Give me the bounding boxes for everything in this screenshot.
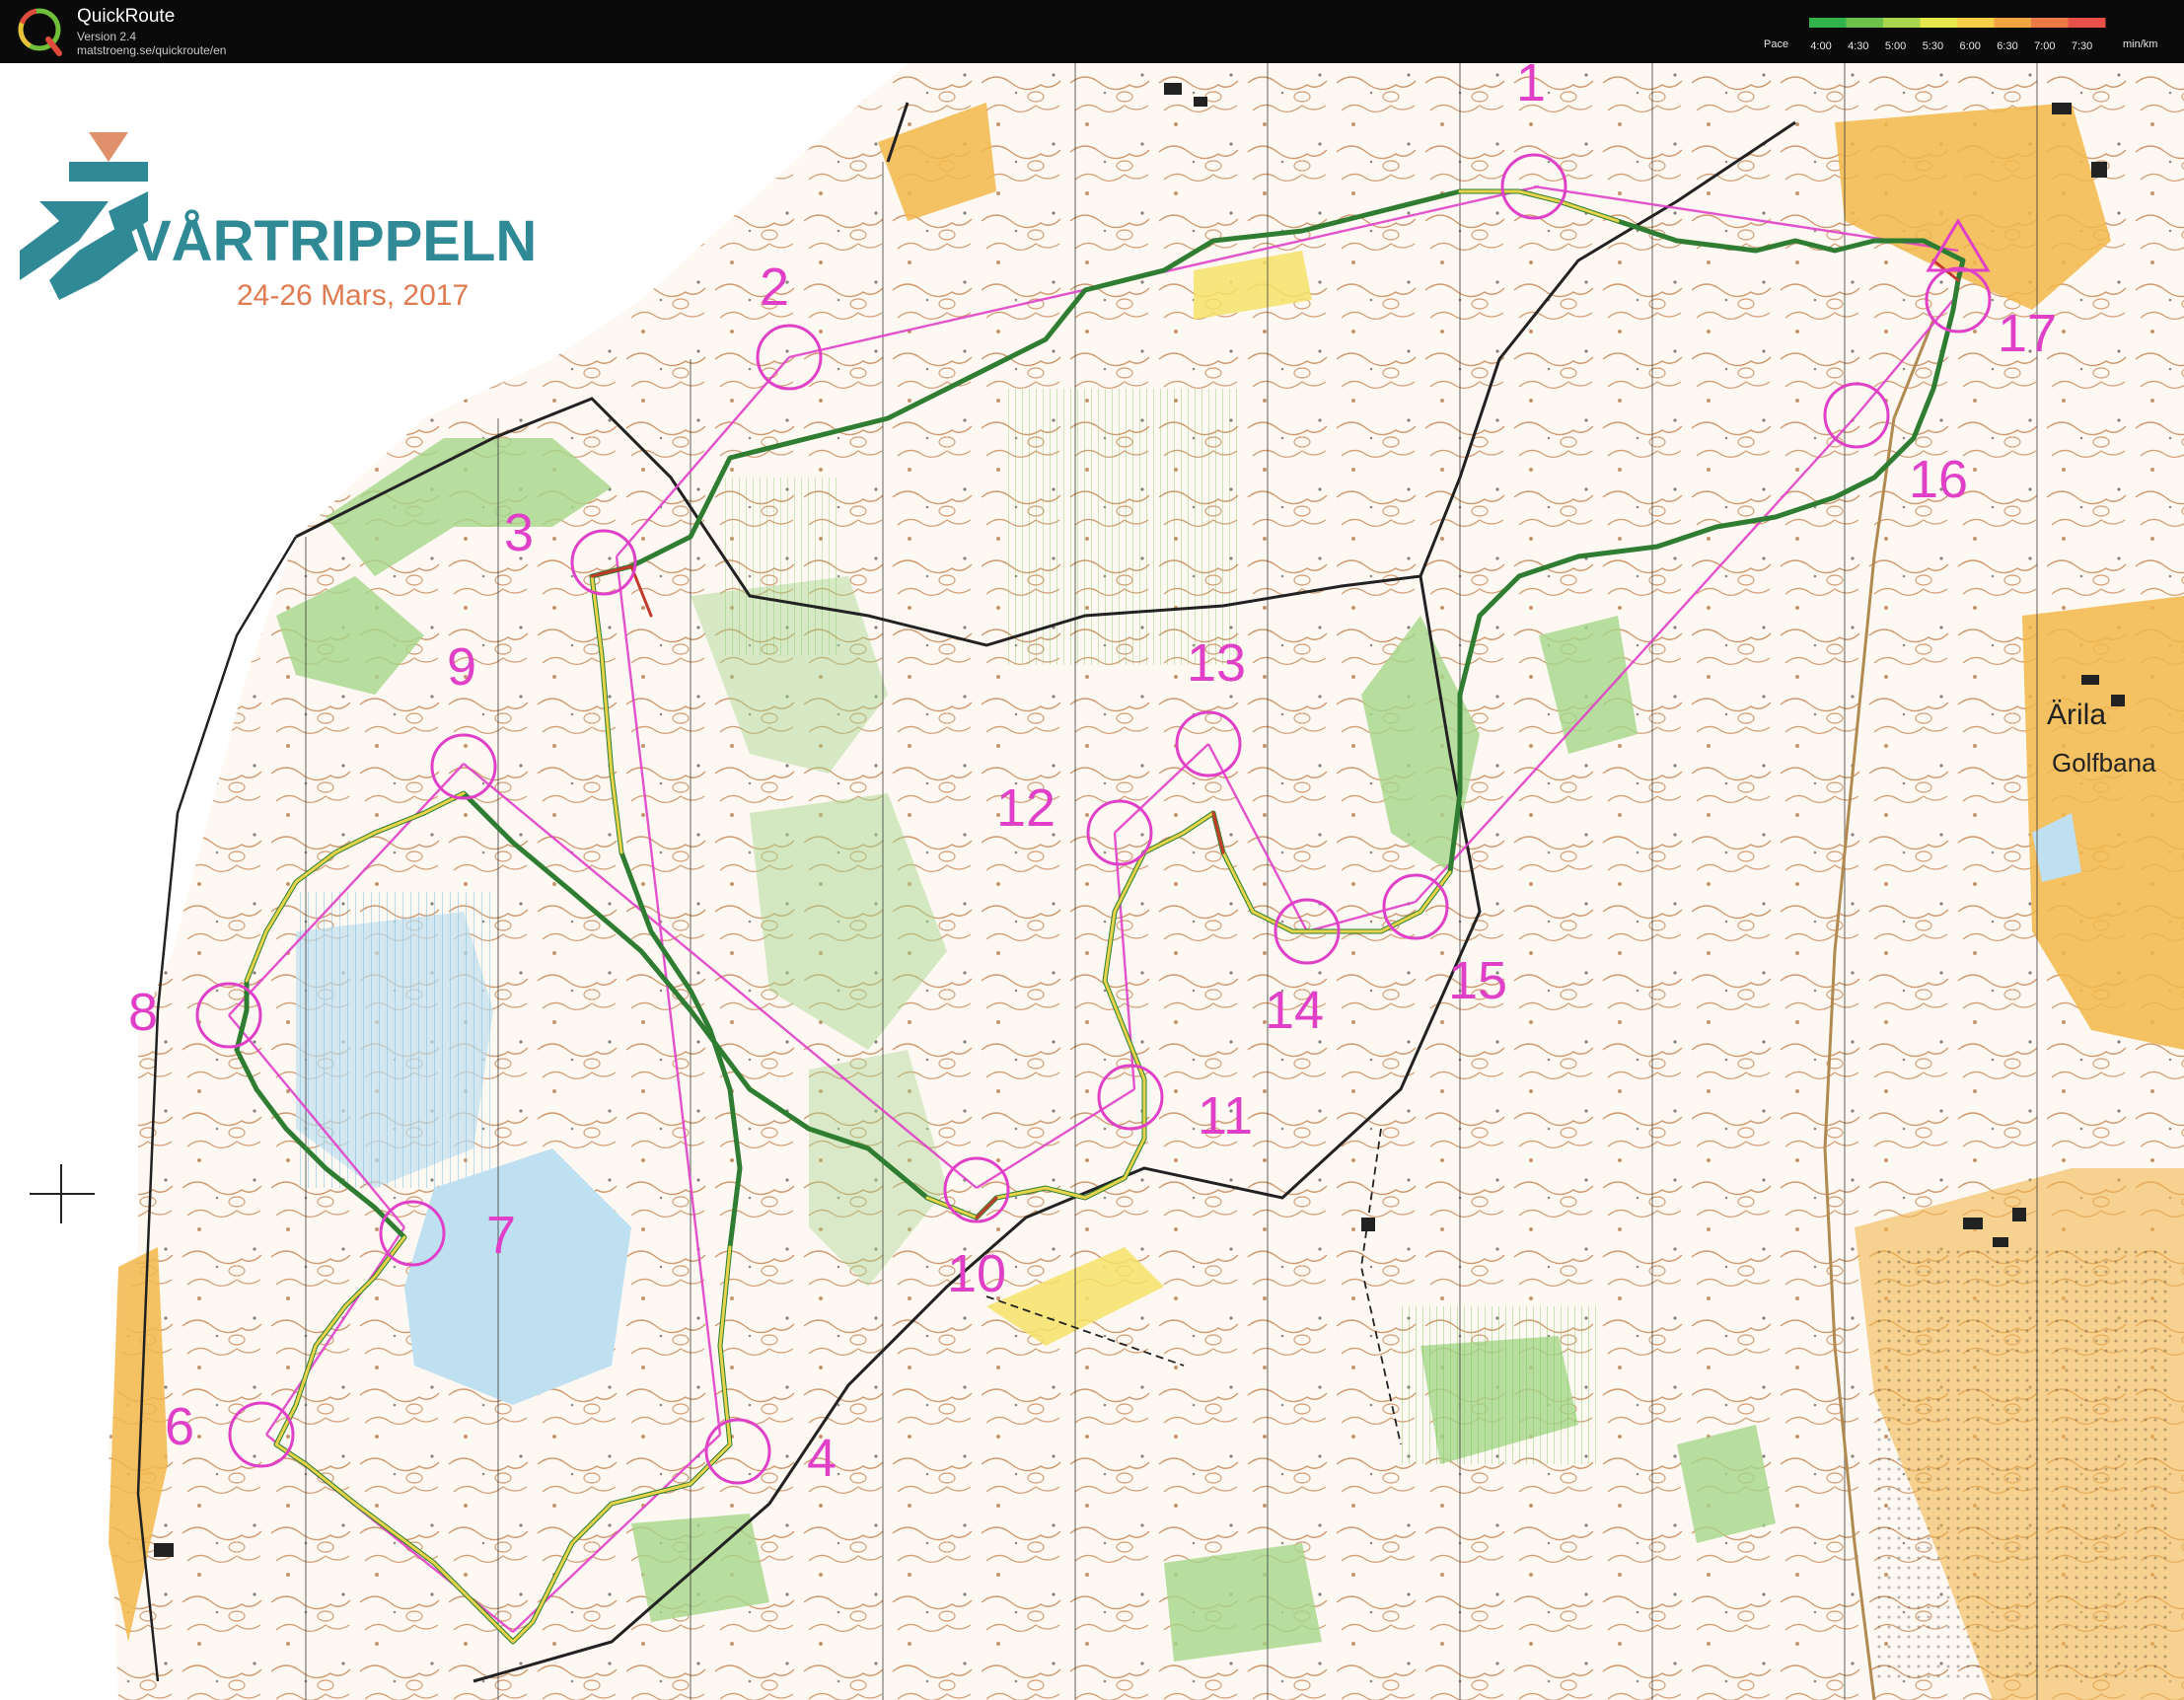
control-number: 9 — [447, 637, 476, 697]
pace-scale: 4:00 4:30 5:00 5:30 6:00 6:30 7:00 7:30 — [1809, 18, 2106, 52]
quickroute-logo-icon — [18, 8, 62, 56]
control-number: 15 — [1448, 951, 1507, 1010]
pace-label: Pace — [1764, 38, 1789, 50]
control-number: 13 — [1187, 633, 1246, 693]
pace-color-segment — [2031, 18, 2069, 28]
map-label-golf: Golfbana — [2052, 748, 2156, 777]
control-number: 17 — [1998, 304, 2057, 363]
control-number: 12 — [996, 778, 1056, 838]
orienteering-map[interactable]: Ärila Golfbana VÅRTRIPPELN 24-26 Mars, 2… — [0, 63, 2184, 1700]
pace-color-bar — [1809, 18, 2106, 28]
pace-tick-label: 7:30 — [2072, 40, 2092, 52]
title-bar: QuickRoute Version 2.4 matstroeng.se/qui… — [0, 0, 2184, 63]
pace-tick-label: 5:00 — [1885, 40, 1906, 52]
app-name: QuickRoute — [77, 6, 176, 27]
control-number: 8 — [128, 983, 158, 1042]
map-canvas[interactable]: Ärila Golfbana VÅRTRIPPELN 24-26 Mars, 2… — [0, 63, 2184, 1700]
pace-color-segment — [1957, 18, 1995, 28]
pace-unit: min/km — [2123, 38, 2158, 50]
pace-color-segment — [1883, 18, 1921, 28]
map-label-place: Ärila — [2047, 699, 2106, 731]
pace-tick-label: 6:00 — [1959, 40, 1980, 52]
control-number: 16 — [1909, 450, 1968, 509]
pace-tick-label: 4:30 — [1848, 40, 1868, 52]
event-dates: 24-26 Mars, 2017 — [237, 279, 469, 312]
control-number: 11 — [1198, 1086, 1253, 1146]
control-number: 10 — [947, 1244, 1006, 1303]
control-number: 4 — [807, 1429, 837, 1488]
control-number: 7 — [486, 1206, 516, 1265]
pace-color-segment — [2068, 18, 2106, 28]
control-number: 6 — [165, 1397, 194, 1456]
control-number: 3 — [504, 503, 534, 562]
event-title: VÅRTRIPPELN — [133, 209, 537, 273]
control-number: 1 — [1516, 63, 1546, 112]
pace-color-segment — [1846, 18, 1884, 28]
pace-color-segment — [1994, 18, 2032, 28]
app-version: Version 2.4 — [77, 30, 137, 43]
pace-tick-label: 5:30 — [1923, 40, 1943, 52]
pace-tick-label: 4:00 — [1810, 40, 1831, 52]
quickroute-window: QuickRoute Version 2.4 matstroeng.se/qui… — [0, 0, 2184, 1700]
pace-color-segment — [1809, 18, 1847, 28]
control-number: 14 — [1265, 981, 1324, 1040]
pace-color-segment — [1920, 18, 1958, 28]
app-url[interactable]: matstroeng.se/quickroute/en — [77, 43, 226, 57]
pace-ticks: 4:00 4:30 5:00 5:30 6:00 6:30 7:00 7:30 — [1810, 40, 2092, 52]
pace-tick-label: 6:30 — [1997, 40, 2017, 52]
control-number: 2 — [760, 258, 789, 317]
pace-tick-label: 7:00 — [2034, 40, 2055, 52]
